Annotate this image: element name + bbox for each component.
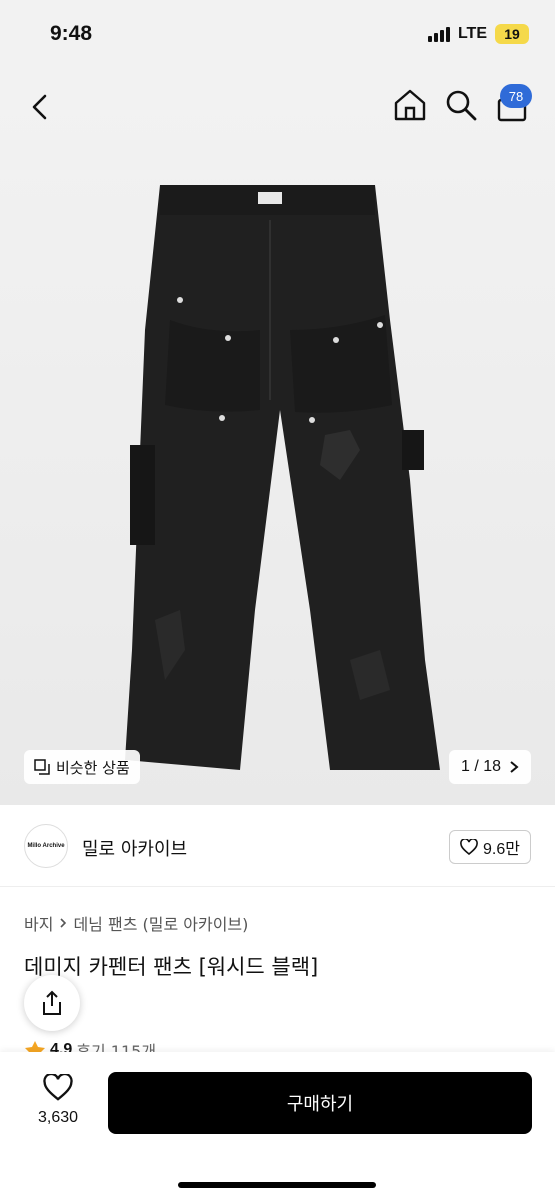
home-indicator <box>178 1182 376 1188</box>
share-icon <box>43 990 61 1015</box>
search-icon[interactable] <box>444 88 478 122</box>
breadcrumb-item[interactable]: 바지 <box>24 911 53 935</box>
heart-icon <box>43 1072 73 1101</box>
page-counter-text: 1 / 18 <box>460 758 501 775</box>
brand-name[interactable]: 밀로 아카이브 <box>82 835 187 861</box>
brand-like-count: 9.6만 <box>483 841 520 858</box>
share-button[interactable] <box>24 975 80 1031</box>
network-label: LTE <box>457 25 487 42</box>
wish-count: 3,630 <box>37 1109 79 1126</box>
signal-icon <box>427 26 450 42</box>
cart-count-badge: 78 <box>500 84 532 108</box>
status-bar: 9:48 LTE 19 <box>0 0 555 70</box>
status-time: 9:48 <box>50 22 93 45</box>
battery-icon: 19 <box>495 24 529 44</box>
breadcrumb-item[interactable]: 데님 팬츠 (밀로 아카이브) <box>73 911 248 935</box>
similar-products-label: 비슷한 상품 <box>56 758 130 777</box>
home-icon[interactable] <box>392 87 428 123</box>
brand-like-button[interactable]: 9.6만 <box>449 830 531 864</box>
back-icon[interactable] <box>26 92 56 122</box>
product-gallery[interactable]: 78 비슷한 상품 1 / 18 <box>0 70 555 805</box>
brand-row[interactable]: Millo Archive 밀로 아카이브 9.6만 <box>0 805 555 887</box>
chevron-right-icon <box>60 918 67 928</box>
product-title: 데미지 카펜터 팬츠 [워시드 블랙] <box>24 955 319 979</box>
similar-products-button[interactable]: 비슷한 상품 <box>24 750 140 784</box>
heart-icon <box>460 839 478 855</box>
buy-button[interactable]: 구매하기 <box>108 1072 532 1134</box>
copy-icon <box>34 759 50 775</box>
product-image <box>125 185 440 770</box>
brand-logo[interactable]: Millo Archive <box>24 824 68 868</box>
breadcrumb: 바지 데님 팬츠 (밀로 아카이브) <box>24 911 248 935</box>
wish-button[interactable]: 3,630 <box>30 1072 86 1127</box>
image-page-counter[interactable]: 1 / 18 <box>448 750 531 784</box>
bottom-purchase-bar: 3,630 구매하기 <box>0 1052 555 1200</box>
chevron-right-icon <box>510 761 519 773</box>
status-indicators: LTE 19 <box>427 24 529 44</box>
